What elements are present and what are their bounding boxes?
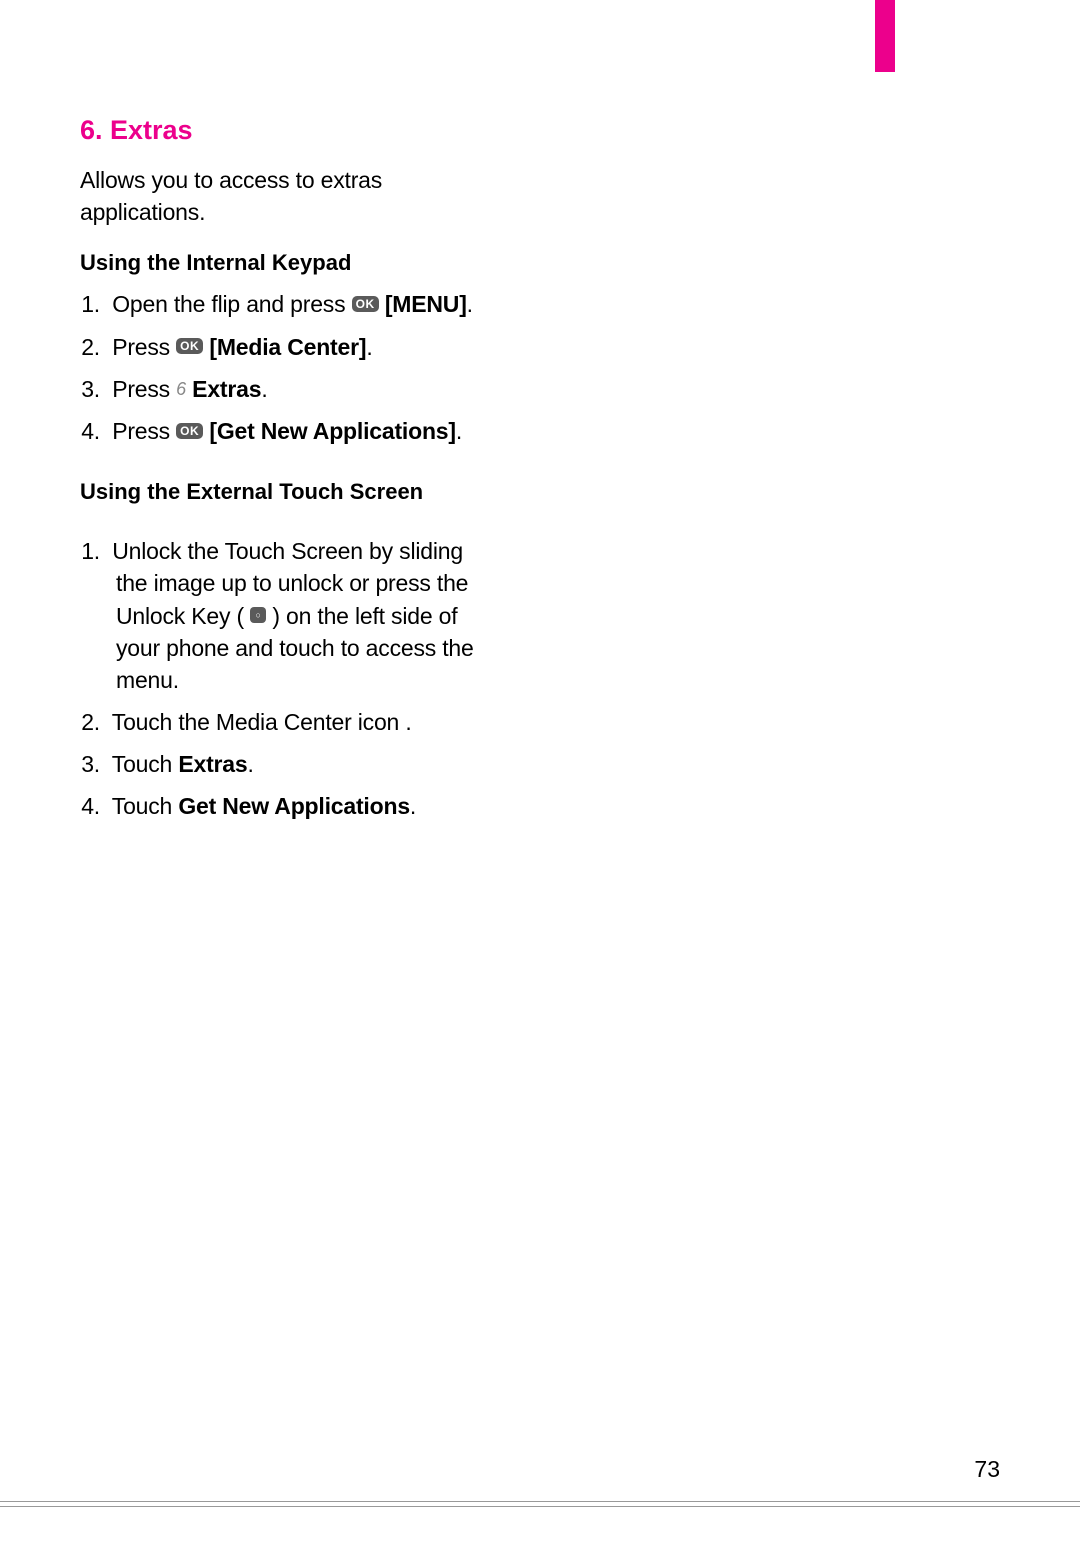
step-text: . (467, 291, 473, 317)
ok-icon: OK (352, 296, 379, 312)
subsection1-title: Using the Internal Keypad (80, 250, 500, 276)
step-text: . (247, 751, 253, 777)
step-number: 1. (80, 288, 100, 320)
list-item: 1. Unlock the Touch Screen by sliding th… (80, 535, 500, 696)
subsection2-title: Using the External Touch Screen (80, 479, 500, 505)
accent-bar (875, 0, 895, 72)
step-bold: Extras (186, 376, 261, 402)
step-text: Press (106, 418, 176, 444)
step-text: Touch (106, 793, 178, 819)
step-bold: Get New Applications (178, 793, 410, 819)
step-text: . (456, 418, 462, 444)
step-text: . (410, 793, 416, 819)
subsection1-steps: 1. Open the flip and press OK [MENU]. 2.… (80, 288, 500, 447)
step-text: Press (106, 334, 176, 360)
step-bold: [Media Center] (203, 334, 366, 360)
ok-icon: OK (176, 338, 203, 354)
step-number: 2. (80, 706, 100, 738)
section-title: 6. Extras (80, 115, 500, 146)
step-number: 3. (80, 748, 100, 780)
step-text: . (261, 376, 267, 402)
step-text: . (366, 334, 372, 360)
subsection2: Using the External Touch Screen 1. Unloc… (80, 479, 500, 823)
key-6-icon: 6 (176, 377, 186, 402)
footer-divider (0, 1501, 1080, 1507)
ok-icon: OK (176, 423, 203, 439)
list-item: 4. Press OK [Get New Applications]. (80, 415, 500, 447)
step-bold: [MENU] (385, 291, 467, 317)
step-number: 4. (80, 415, 100, 447)
step-text: Press (106, 376, 176, 402)
step-bold: Extras (178, 751, 247, 777)
unlock-key-icon: ○ (250, 607, 266, 623)
list-item: 4. Touch Get New Applications. (80, 790, 500, 822)
list-item: 2. Touch the Media Center icon . (80, 706, 500, 738)
page-number: 73 (974, 1456, 1000, 1483)
step-text: Touch (106, 751, 178, 777)
step-number: 4. (80, 790, 100, 822)
step-bold: [Get New Applications] (203, 418, 456, 444)
step-number: 3. (80, 373, 100, 405)
section-intro: Allows you to access to extras applicati… (80, 164, 500, 228)
page-content: 6. Extras Allows you to access to extras… (80, 115, 500, 853)
step-text: Open the flip and press (106, 291, 352, 317)
step-number: 1. (80, 535, 100, 567)
subsection2-steps: 1. Unlock the Touch Screen by sliding th… (80, 535, 500, 823)
list-item: 3. Touch Extras. (80, 748, 500, 780)
step-text: Touch the Media Center icon . (106, 709, 412, 735)
list-item: 3. Press 6 Extras. (80, 373, 500, 405)
step-number: 2. (80, 331, 100, 363)
list-item: 2. Press OK [Media Center]. (80, 331, 500, 363)
list-item: 1. Open the flip and press OK [MENU]. (80, 288, 500, 320)
